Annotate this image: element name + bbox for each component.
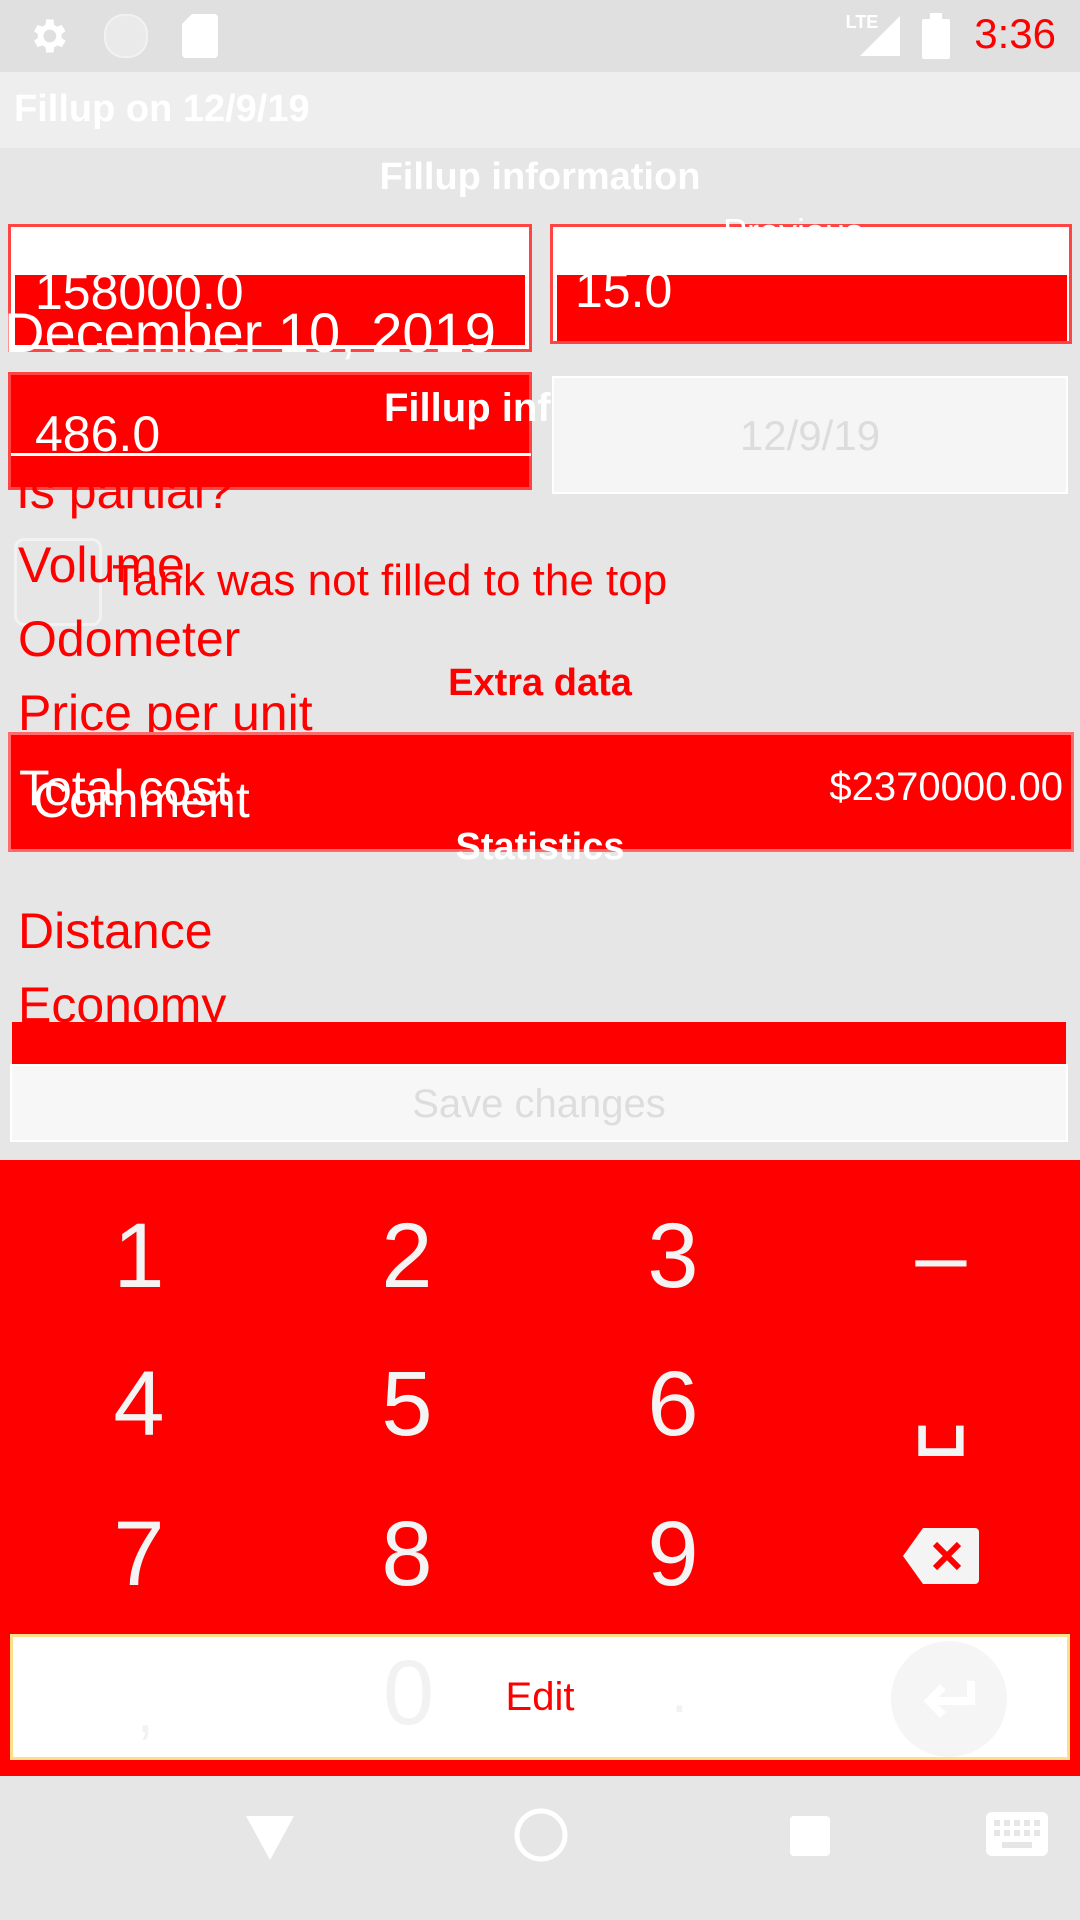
key-1[interactable]: 1 — [44, 1196, 234, 1316]
key-3[interactable]: 3 — [578, 1196, 768, 1316]
sd-card-icon — [176, 12, 224, 60]
enter-icon — [923, 1681, 975, 1718]
gear-icon — [24, 12, 72, 60]
key-dash[interactable]: – — [846, 1196, 1036, 1316]
previous-input[interactable]: Previous 15.0 — [550, 211, 1072, 344]
odometer-label: Odometer — [18, 611, 241, 667]
battery-icon — [916, 12, 956, 60]
key-8[interactable]: 8 — [312, 1494, 502, 1614]
volume-label: Volume — [18, 537, 185, 593]
date-button-label: 12/9/19 — [739, 412, 881, 459]
key-space[interactable]: ␣ — [846, 1344, 1036, 1464]
signal-icon — [856, 12, 904, 60]
volume-value: 486.0 — [35, 406, 161, 462]
key-5[interactable]: 5 — [312, 1344, 502, 1464]
keyboard-icon[interactable] — [986, 1812, 1048, 1861]
page-title: Fillup on 12/9/19 — [14, 88, 310, 130]
back-icon[interactable] — [246, 1816, 294, 1865]
key-backspace[interactable] — [846, 1494, 1036, 1614]
home-icon[interactable] — [512, 1806, 570, 1869]
date-display: December 10, 2019 — [4, 301, 496, 364]
comment-label: Comment — [33, 772, 250, 828]
key-9[interactable]: 9 — [578, 1494, 768, 1614]
key-7[interactable]: 7 — [44, 1494, 234, 1614]
section-header-fillup-info: Fillup information — [379, 156, 701, 198]
recents-icon[interactable] — [790, 1816, 830, 1861]
save-changes-button[interactable]: Save changes — [10, 1064, 1068, 1142]
key-4[interactable]: 4 — [44, 1344, 234, 1464]
navigation-bar — [0, 1776, 1080, 1920]
key-2[interactable]: 2 — [312, 1196, 502, 1316]
section-header-overlap: Fillup inf — [384, 386, 551, 430]
backspace-icon — [903, 1528, 979, 1584]
status-bar: LTE 3:36 — [0, 0, 1080, 72]
circle-icon — [102, 12, 150, 60]
date-picker-button[interactable]: 12/9/19 — [552, 376, 1068, 494]
previous-value: 15.0 — [575, 262, 673, 318]
red-band — [12, 1022, 1066, 1068]
distance-label: Distance — [18, 903, 213, 959]
previous-label: Previous — [723, 211, 864, 252]
edit-bar[interactable]: , 0 . Edit — [10, 1634, 1070, 1760]
clock: 3:36 — [974, 10, 1056, 57]
section-header-statistics: Statistics — [455, 826, 625, 868]
is-partial-label: Is partial? — [16, 463, 233, 519]
partial-hint-label: Tank was not filled to the top — [112, 556, 668, 605]
key-6[interactable]: 6 — [578, 1344, 768, 1464]
app-bar: Fillup on 12/9/19 — [0, 72, 1080, 148]
enter-key[interactable] — [891, 1641, 1007, 1757]
save-changes-label: Save changes — [412, 1082, 666, 1126]
total-cost-value: $2370000.00 — [829, 765, 1063, 809]
